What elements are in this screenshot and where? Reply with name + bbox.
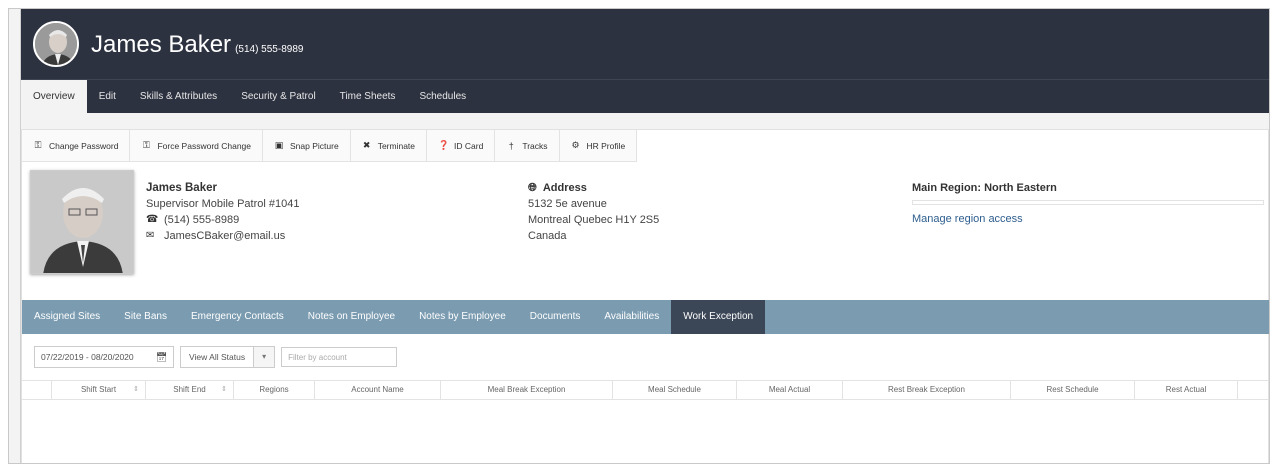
change-password-button[interactable]: ⚿ Change Password: [22, 130, 131, 161]
hr-profile-button[interactable]: ⚙ HR Profile: [560, 130, 638, 161]
column-header-rest-schedule: Rest Schedule: [1011, 381, 1135, 399]
tab-emergency-contacts[interactable]: Emergency Contacts: [179, 300, 296, 334]
status-select[interactable]: View All Status ▾: [180, 346, 276, 368]
region-divider: [912, 200, 1264, 205]
hr-profile-label: HR Profile: [586, 140, 626, 151]
column-header-meal-break-exception: Meal Break Exception: [441, 381, 613, 399]
sort-icon[interactable]: ⇕: [133, 381, 139, 399]
tab-schedules[interactable]: Schedules: [407, 80, 478, 113]
address-line-3: Canada: [528, 230, 567, 242]
tab-skills-attributes[interactable]: Skills & Attributes: [128, 80, 229, 113]
status-select-value: View All Status: [181, 347, 255, 367]
detail-tabs: Assigned Sites Site Bans Emergency Conta…: [22, 300, 1269, 334]
employee-name: James Baker: [91, 31, 232, 58]
employee-phone: (514) 555-8989: [164, 214, 240, 226]
tab-edit[interactable]: Edit: [87, 80, 128, 113]
column-header-shift-end[interactable]: Shift End ⇕: [146, 381, 234, 399]
region-block: Main Region: North Eastern Manage region…: [912, 180, 1264, 225]
tab-work-exception[interactable]: Work Exception: [671, 300, 766, 334]
sort-icon[interactable]: ⇕: [221, 381, 227, 399]
employee-info: James Baker Supervisor Mobile Patrol #10…: [146, 180, 299, 244]
terminate-label: Terminate: [377, 140, 416, 151]
work-exception-table-header: Shift Start ⇕ Shift End ⇕ Regions Account …: [22, 380, 1269, 400]
tab-availabilities[interactable]: Availabilities: [592, 300, 671, 334]
employee-email: JamesCBaker@email.us: [164, 230, 286, 242]
key-icon: ⚿: [34, 140, 42, 150]
snap-picture-label: Snap Picture: [290, 140, 339, 151]
address-heading: 🌐︎ Address: [528, 180, 659, 196]
column-header-shift-start-label: Shift Start: [80, 385, 117, 394]
tracks-button[interactable]: † Tracks: [495, 130, 560, 161]
tab-time-sheets[interactable]: Time Sheets: [328, 80, 408, 113]
employee-photo: [30, 170, 134, 274]
avatar-portrait-icon: [35, 23, 77, 65]
filter-by-account-input[interactable]: [281, 347, 398, 367]
force-password-change-label: Force Password Change: [157, 140, 252, 151]
address-block: 🌐︎ Address 5132 5e avenue Montreal Quebe…: [528, 180, 659, 244]
left-gutter: [9, 9, 21, 463]
employee-title: Supervisor Mobile Patrol #1041: [146, 198, 300, 210]
tab-site-bans[interactable]: Site Bans: [112, 300, 179, 334]
column-header-select: [22, 381, 52, 399]
camera-icon: ▣: [274, 140, 284, 150]
snap-picture-button[interactable]: ▣ Snap Picture: [263, 130, 351, 161]
avatar: [33, 21, 79, 67]
address-line-2: Montreal Quebec H1Y 2S5: [528, 214, 660, 226]
terminate-button[interactable]: ✖ Terminate: [351, 130, 428, 161]
column-header-rest-break-exception: Rest Break Exception: [843, 381, 1011, 399]
key-icon: ⚿: [143, 140, 150, 150]
column-header-rest-actual: Rest Actual: [1135, 381, 1238, 399]
employee-name-heading: James Baker (514) 555-8989: [91, 31, 303, 59]
tracks-label: Tracks: [522, 140, 548, 151]
phone-icon: ☎: [146, 214, 159, 225]
app-window: James Baker (514) 555-8989 Overview Edit …: [8, 8, 1270, 464]
date-range-picker[interactable]: 07/22/2019 - 08/20/2020 📅︎: [34, 346, 174, 368]
tab-assigned-sites[interactable]: Assigned Sites: [22, 300, 112, 334]
manage-region-access-link[interactable]: Manage region access: [912, 213, 1264, 225]
column-header-actions: [1238, 381, 1269, 399]
tab-notes-by-employee[interactable]: Notes by Employee: [407, 300, 518, 334]
action-toolbar: ⚿ Change Password ⚿ Force Password Chang…: [22, 130, 638, 162]
main-tabs: Overview Edit Skills & Attributes Securi…: [21, 79, 1269, 113]
chevron-down-icon[interactable]: ▾: [254, 347, 275, 367]
employee-header: James Baker (514) 555-8989 Overview Edit …: [21, 9, 1269, 113]
address-line-1: 5132 5e avenue: [528, 198, 607, 210]
column-header-meal-schedule: Meal Schedule: [613, 381, 737, 399]
phone-row: ☎ (514) 555-8989: [146, 212, 299, 228]
column-header-account-name: Account Name: [315, 381, 441, 399]
date-range-value: 07/22/2019 - 08/20/2020: [41, 352, 134, 362]
main-region-heading: Main Region: North Eastern: [912, 182, 1057, 194]
tab-documents[interactable]: Documents: [518, 300, 593, 334]
gear-icon: ⚙: [571, 140, 580, 150]
employee-phone-header: (514) 555-8989: [235, 44, 304, 55]
overview-card: ⚿ Change Password ⚿ Force Password Chang…: [21, 129, 1269, 463]
email-row: ✉ JamesCBaker@email.us: [146, 228, 299, 244]
employee-info-name: James Baker: [146, 182, 217, 194]
employee-portrait-icon: [31, 171, 133, 273]
question-icon: ❓: [438, 140, 450, 150]
address-heading-label: Address: [542, 182, 587, 194]
pin-icon: †: [508, 140, 514, 151]
tab-notes-on-employee[interactable]: Notes on Employee: [296, 300, 407, 334]
tab-overview[interactable]: Overview: [21, 80, 87, 113]
tab-security-patrol[interactable]: Security & Patrol: [229, 80, 327, 113]
column-header-shift-end-label: Shift End: [173, 385, 206, 394]
calendar-icon[interactable]: 📅︎: [156, 347, 167, 367]
change-password-label: Change Password: [49, 140, 119, 151]
column-header-regions: Regions: [234, 381, 315, 399]
id-card-label: ID Card: [454, 140, 484, 151]
column-header-meal-actual: Meal Actual: [737, 381, 843, 399]
globe-icon: 🌐︎: [528, 182, 537, 194]
envelope-icon: ✉: [146, 230, 155, 241]
column-header-shift-start[interactable]: Shift Start ⇕: [52, 381, 146, 399]
force-password-change-button[interactable]: ⚿ Force Password Change: [130, 130, 264, 161]
id-card-button[interactable]: ❓ ID Card: [427, 130, 496, 161]
close-icon: ✖: [362, 140, 371, 150]
filter-bar: 07/22/2019 - 08/20/2020 📅︎ View All Stat…: [34, 346, 398, 368]
